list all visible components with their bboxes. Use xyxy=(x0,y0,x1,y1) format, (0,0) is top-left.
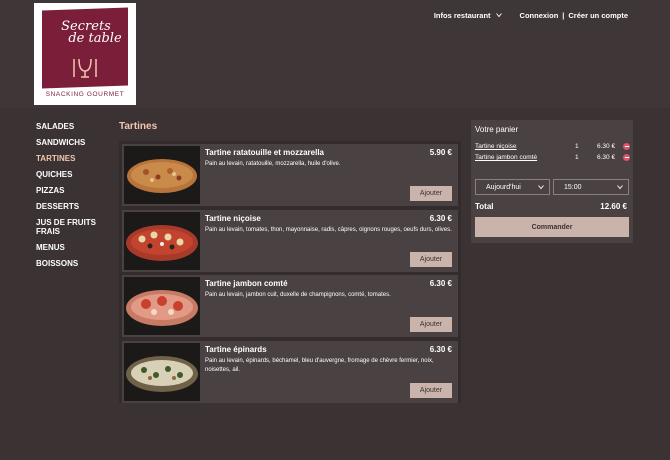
add-to-cart-button[interactable]: Ajouter xyxy=(410,252,452,267)
sidebar-item-tartines[interactable]: TARTINES xyxy=(36,154,116,163)
cart-line: Tartine niçoise 1 6.30 € xyxy=(475,143,631,153)
cart-total-value: 12.60 € xyxy=(600,202,627,211)
product-name: Tartine ratatouille et mozzarella xyxy=(205,148,324,157)
logo-subtitle: SNACKING GOURMET xyxy=(45,91,125,98)
sidebar-item-salades[interactable]: SALADES xyxy=(36,122,116,131)
sidebar-item-boissons[interactable]: BOISSONS xyxy=(36,259,116,268)
day-select[interactable]: Aujourd'hui xyxy=(475,179,550,195)
product-card: Tartine niçoise 6.30 € Pain au levain, t… xyxy=(122,210,458,272)
cart-item-price: 6.30 € xyxy=(597,143,616,150)
cart-item-quantity: 1 xyxy=(575,143,579,150)
product-price: 6.30 € xyxy=(429,279,452,288)
add-to-cart-button[interactable]: Ajouter xyxy=(410,383,452,398)
sidebar-item-menus[interactable]: MENUS xyxy=(36,243,116,252)
day-select-value: Aujourd'hui xyxy=(486,183,521,191)
cart-title: Votre panier xyxy=(475,125,519,134)
product-price: 5.90 € xyxy=(429,148,452,157)
product-card: Tartine ratatouille et mozzarella 5.90 €… xyxy=(122,144,458,206)
nav-separator: | xyxy=(562,10,565,20)
cart-line: Tartine jambon comté 1 6.30 € xyxy=(475,154,631,164)
product-image xyxy=(124,277,200,335)
sidebar-item-jus-de-fruits-frais[interactable]: JUS DE FRUITS FRAIS xyxy=(36,218,116,236)
logo-title-line2: de table xyxy=(68,31,122,46)
order-button[interactable]: Commander xyxy=(475,217,629,237)
cart-panel: Votre panier Tartine niçoise 1 6.30 € Ta… xyxy=(471,120,633,243)
add-to-cart-button[interactable]: Ajouter xyxy=(410,317,452,332)
category-sidebar: SALADES SANDWICHS TARTINES QUICHES PIZZA… xyxy=(36,122,116,275)
product-list: Tartine ratatouille et mozzarella 5.90 €… xyxy=(119,141,461,403)
infos-restaurant-menu[interactable]: Infos restaurant xyxy=(434,11,502,20)
product-image xyxy=(124,343,200,401)
cart-item-quantity: 1 xyxy=(575,154,579,161)
product-image xyxy=(124,146,200,204)
sidebar-item-pizzas[interactable]: PIZZAS xyxy=(36,186,116,195)
infos-restaurant-label: Infos restaurant xyxy=(433,10,491,20)
cart-item-name[interactable]: Tartine jambon comté xyxy=(475,154,537,161)
sidebar-item-desserts[interactable]: DESSERTS xyxy=(36,202,116,211)
logo-title: Secrets de table xyxy=(46,20,126,46)
chevron-down-icon xyxy=(617,185,623,190)
time-select-value: 15:00 xyxy=(564,183,582,191)
product-price: 6.30 € xyxy=(429,345,452,354)
cart-item-name[interactable]: Tartine niçoise xyxy=(475,143,517,150)
remove-icon[interactable] xyxy=(623,154,630,161)
logo[interactable]: Secrets de table SNACKING GOURMET xyxy=(34,3,136,105)
remove-icon[interactable] xyxy=(623,143,630,150)
cart-item-price: 6.30 € xyxy=(597,154,616,161)
product-name: Tartine niçoise xyxy=(205,214,261,223)
product-description: Pain au levain, tomates, thon, mayonnais… xyxy=(205,227,452,233)
product-description: Pain au levain, épinards, béchamel, bleu… xyxy=(205,358,434,373)
sidebar-item-quiches[interactable]: QUICHES xyxy=(36,170,116,179)
cart-total-label: Total xyxy=(475,202,494,211)
section-title: Tartines xyxy=(119,121,158,132)
product-card: Tartine jambon comté 6.30 € Pain au leva… xyxy=(122,275,458,337)
product-name: Tartine jambon comté xyxy=(205,279,288,288)
product-description: Pain au levain, jambon cuit, duxelle de … xyxy=(205,292,391,298)
logo-glass-icon xyxy=(73,58,97,78)
header: Secrets de table SNACKING GOURMET Infos … xyxy=(0,0,670,108)
sidebar-item-sandwichs[interactable]: SANDWICHS xyxy=(36,138,116,147)
product-card: Tartine épinards 6.30 € Pain au levain, … xyxy=(122,341,458,403)
add-to-cart-button[interactable]: Ajouter xyxy=(410,186,452,201)
product-image xyxy=(124,212,200,270)
register-link[interactable]: Créer un compte xyxy=(568,11,628,20)
chevron-down-icon xyxy=(495,13,502,18)
time-select[interactable]: 15:00 xyxy=(553,179,629,195)
top-navigation: Infos restaurant Connexion | Créer un co… xyxy=(434,10,628,20)
login-link[interactable]: Connexion xyxy=(520,11,559,20)
product-description: Pain au levain, ratatouille, mozzarella,… xyxy=(205,161,341,167)
product-name: Tartine épinards xyxy=(205,345,267,354)
product-price: 6.30 € xyxy=(429,214,452,223)
chevron-down-icon xyxy=(538,185,544,190)
